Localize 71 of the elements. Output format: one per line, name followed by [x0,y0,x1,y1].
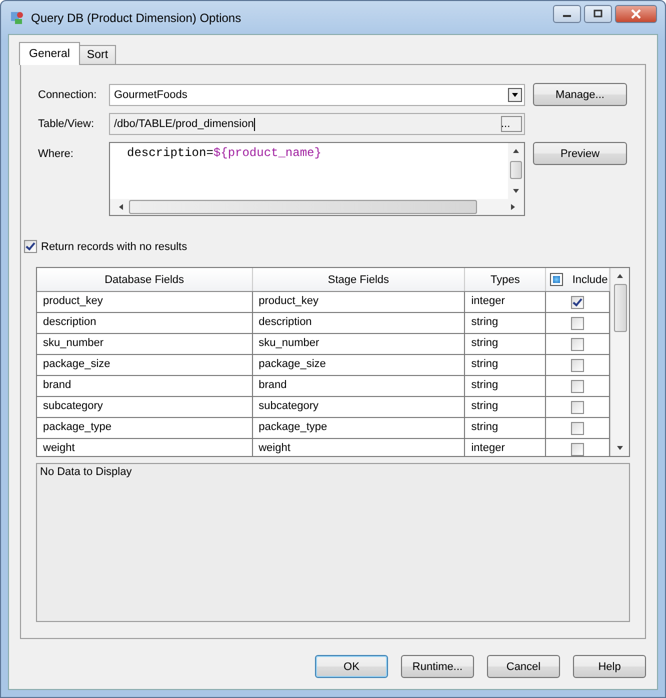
column-header[interactable]: Database Fields [37,268,253,291]
minimize-button[interactable] [553,5,581,23]
table-cell: description [37,313,253,333]
close-button[interactable] [615,5,657,23]
table-cell: integer [465,439,546,456]
table-cell: string [465,397,546,417]
table-cell: package_type [37,418,253,438]
table-cell: sku_number [37,334,253,354]
scroll-up-icon[interactable] [616,272,624,280]
table-cell: product_key [252,292,466,312]
field-label: Connection: [38,88,98,100]
include-checkbox[interactable] [571,359,584,372]
vertical-scrollbar[interactable] [508,143,524,199]
scroll-up-icon[interactable] [512,147,520,155]
tab[interactable]: General [19,42,80,65]
maximize-button[interactable] [584,5,612,23]
tab[interactable]: Sort [78,45,116,64]
scroll-thumb[interactable] [510,161,522,179]
table-cell: integer [465,292,546,312]
scroll-down-icon[interactable] [616,444,624,452]
dialog-button[interactable]: Help [573,655,646,678]
table-cell: subcategory [37,397,253,417]
close-icon [630,9,642,19]
table-cell: subcategory [252,397,466,417]
table-cell: string [465,376,546,396]
table-cell: package_size [252,355,466,375]
include-checkbox[interactable] [571,422,584,435]
table-cell: sku_number [252,334,466,354]
table-cell: package_size [37,355,253,375]
include-checkbox[interactable] [571,338,584,351]
table-cell: brand [37,376,253,396]
select-all-checkbox[interactable] [551,274,562,285]
scroll-down-icon[interactable] [512,187,520,195]
table-cell: string [465,334,546,354]
table-cell: description [252,313,466,333]
table-cell: weight [252,439,466,456]
code-line: description=${product_name} [127,146,322,160]
dialog-button[interactable]: Cancel [487,655,560,678]
preview-button[interactable]: Preview [533,142,627,165]
scroll-right-icon[interactable] [509,203,517,211]
column-header[interactable]: Types [465,268,546,291]
dialog-button[interactable]: OK [315,655,388,678]
connection-dropdown[interactable]: GourmetFoods [109,84,525,106]
where-editor[interactable]: description=${product_name} [109,142,525,216]
maximize-icon [593,9,603,19]
dialog-button[interactable]: Runtime... [401,655,474,678]
manage-button[interactable]: Manage... [533,83,627,106]
table-cell: brand [252,376,466,396]
table-cell: string [465,418,546,438]
table-cell: string [465,355,546,375]
include-checkbox[interactable] [571,317,584,330]
table-cell: weight [37,439,253,456]
include-checkbox[interactable] [571,443,584,456]
include-checkbox[interactable] [571,296,584,309]
field-label: Where: [38,147,74,160]
app-icon [9,10,25,26]
window-title: Query DB (Product Dimension) Options [31,10,242,24]
scroll-thumb[interactable] [614,284,626,332]
column-header[interactable]: Stage Fields [252,268,466,291]
table-cell: package_type [252,418,466,438]
include-checkbox[interactable] [571,401,584,414]
scroll-thumb[interactable] [129,200,477,214]
field-label: Table/View: [38,118,96,130]
vertical-scrollbar[interactable] [610,268,629,456]
table-cell: product_key [37,292,253,312]
table-cell: string [465,313,546,333]
return-records-checkbox[interactable]: Return records with no results [24,240,188,253]
scroll-left-icon[interactable] [117,203,125,211]
horizontal-scrollbar[interactable] [110,199,524,215]
empty-message: No Data to Display [40,466,132,478]
include-checkbox[interactable] [571,380,584,393]
